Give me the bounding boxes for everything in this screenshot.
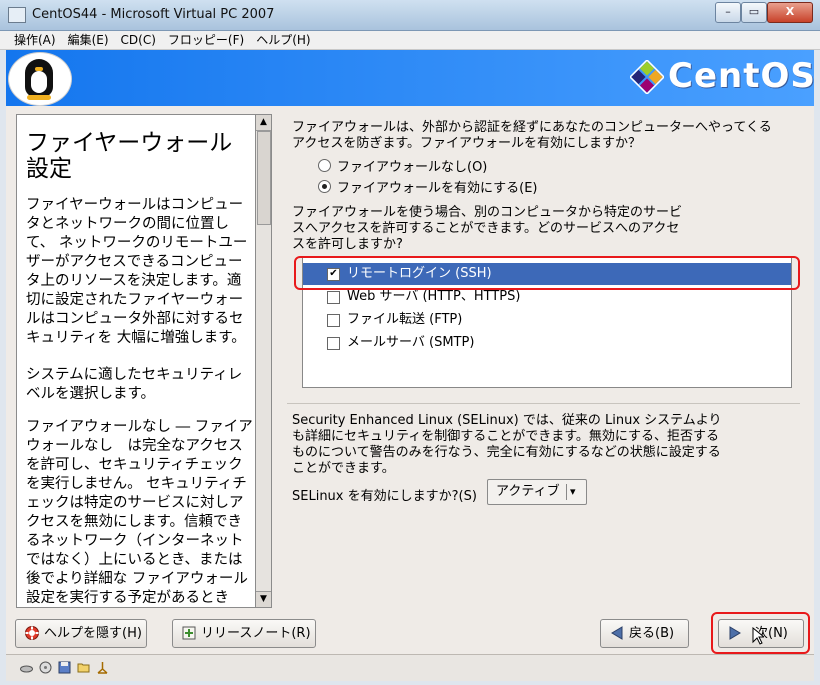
restore-button[interactable]: ▭ [741,2,767,23]
checkbox-icon[interactable] [327,314,340,327]
radio-enable-firewall[interactable]: ファイアウォールを有効にする(E) [318,177,538,196]
firewall-question: ファイアウォールは、外部から認証を経ずにあなたのコンピューターへやってくるアクセ… [292,120,772,151]
selinux-description: Security Enhanced Linux (SELinux) では、従来の… [292,413,722,476]
centos-mark-icon [630,60,664,94]
hide-help-button[interactable]: ヘルプを隠す(H) [15,619,147,648]
notes-icon [182,626,196,640]
help-paragraph: ファイヤーウォールはコンピュータとネットワークの間に位置して、 ネットワークのリ… [26,197,248,346]
divider [287,403,800,404]
help-scrollbar[interactable]: ▲ ▼ [255,114,272,608]
folder-icon[interactable] [77,661,90,674]
network-icon[interactable] [96,661,109,674]
selinux-select-value: アクティブ [496,484,560,499]
radio-selected-icon[interactable] [318,180,331,193]
app-icon [8,7,26,23]
combo-separator [566,484,567,500]
services-intro: ファイアウォールを使う場合、別のコンピュータから特定のサービスへアクセスを許可す… [292,205,683,252]
back-button[interactable]: 戻る(B) [600,619,689,648]
menu-edit[interactable]: 編集(E) [62,31,115,49]
list-item[interactable]: ファイル転送 (FTP) [303,309,791,331]
radio-label: ファイアウォールなし(O) [337,160,488,175]
radio-no-firewall[interactable]: ファイアウォールなし(O) [318,156,487,175]
list-item[interactable]: メールサーバ (SMTP) [303,332,791,354]
title-bar[interactable]: CentOS44 - Microsoft Virtual PC 2007 – ▭… [0,0,820,31]
radio-icon[interactable] [318,159,331,172]
scroll-up-icon[interactable]: ▲ [256,115,271,131]
help-paragraph: システムに適したセキュリティレベルを選択します。 [26,367,243,402]
menu-bar: 操作(A) 編集(E) CD(C) フロッピー(F) ヘルプ(H) [0,31,820,50]
menu-cd[interactable]: CD(C) [115,31,162,49]
close-button[interactable]: X [767,2,813,23]
lifebuoy-icon [25,626,39,640]
help-paragraph: ファイアウォールなし ― ファイアウォールなし は完全なアクセスを許可し、セキュ… [26,419,253,606]
selinux-select[interactable]: アクティブ ▾ [487,479,587,505]
highlight-ssh-annotation [294,256,800,290]
floppy-icon[interactable] [58,661,71,674]
chevron-down-icon[interactable]: ▾ [570,480,576,504]
window-title: CentOS44 - Microsoft Virtual PC 2007 [32,7,275,22]
status-bar [6,654,814,681]
menu-help[interactable]: ヘルプ(H) [250,31,316,49]
menu-action[interactable]: 操作(A) [8,31,62,49]
menu-floppy[interactable]: フロッピー(F) [162,31,250,49]
selinux-label: SELinux を有効にしますか?(S) [292,489,477,504]
checkbox-icon[interactable] [327,337,340,350]
help-panel: ファイヤーウォール設定 ファイヤーウォールはコンピュータとネットワークの間に位置… [16,114,256,608]
tux-penguin-icon [8,52,72,106]
minimize-button[interactable]: – [715,2,741,23]
radio-label: ファイアウォールを有効にする(E) [337,181,538,196]
disk-icon[interactable] [20,661,33,674]
scroll-down-icon[interactable]: ▼ [256,591,271,607]
mouse-cursor-icon [752,627,764,645]
release-notes-button[interactable]: リリースノート(R) [172,619,316,648]
virtual-pc-window: CentOS44 - Microsoft Virtual PC 2007 – ▭… [0,0,820,685]
help-title: ファイヤーウォール設定 [26,130,233,182]
centos-logo-text: CentOS [668,56,816,96]
checkbox-icon[interactable] [327,291,340,304]
cd-icon[interactable] [39,661,52,674]
scroll-thumb[interactable] [257,131,271,225]
arrow-left-icon [611,626,623,640]
